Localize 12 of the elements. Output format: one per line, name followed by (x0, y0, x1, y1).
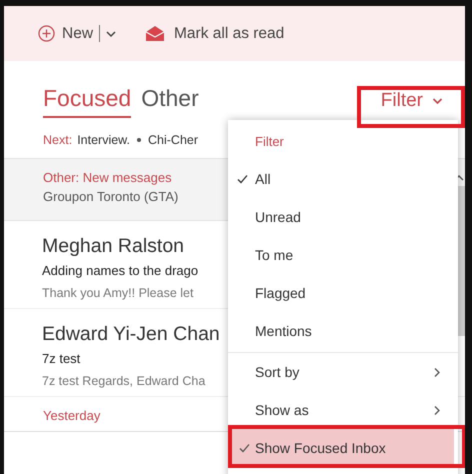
banner-title: Other: New messages (43, 170, 172, 185)
message-preview: 7z test Regards, Edward Cha (42, 374, 206, 388)
banner-sender: Groupon Toronto (GTA) (43, 189, 178, 204)
sender-name: Meghan Ralston (42, 235, 184, 258)
event-title: Chi-Cher (148, 133, 198, 147)
menu-header: Filter (254, 132, 285, 150)
event-title: Interview. (77, 133, 130, 147)
next-label: Next: (43, 133, 72, 147)
message-subject: Adding names to the drago (42, 263, 198, 278)
message-subject: 7z test (42, 351, 80, 366)
message-preview: Thank you Amy!! Please let (42, 286, 194, 300)
sender-name: Edward Yi-Jen Chan (42, 323, 220, 346)
